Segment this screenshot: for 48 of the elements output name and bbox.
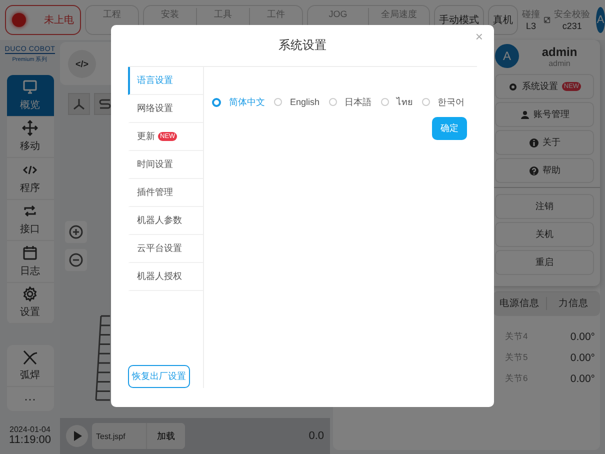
status-label: 全局速度 — [381, 8, 417, 21]
collision-value: L3 — [526, 20, 536, 32]
nav-label: 弧焊 — [20, 368, 40, 382]
language-label: 한국어 — [438, 96, 465, 108]
power-status-label: 未上电 — [44, 14, 74, 27]
menu-label: 关于 — [542, 136, 560, 149]
menu-label: 账号管理 — [534, 108, 570, 121]
user-avatar: A — [495, 44, 519, 68]
safety-check-value: c231 — [562, 20, 582, 32]
nav-label: 移动 — [20, 140, 40, 154]
user-role: admin — [548, 58, 570, 68]
menu-item-label: 更新 — [137, 130, 155, 143]
menu-item-label: 时间设置 — [137, 158, 173, 171]
collision-label: 碰撞 — [522, 8, 540, 20]
menu-item-label: 机器人授权 — [137, 270, 182, 283]
speed-value: 0.0 — [308, 430, 324, 442]
language-label: 简体中文 — [229, 96, 265, 108]
nav-label: 程序 — [20, 182, 40, 195]
joint-label: 关节5 — [505, 352, 528, 364]
joint-label: 关节6 — [505, 372, 528, 384]
joint-value: 0.00° — [570, 330, 595, 342]
joint-value: 0.00° — [570, 352, 595, 364]
menu-label: 系统设置 — [522, 80, 558, 93]
language-label: 日本語 — [344, 96, 372, 108]
language-label: ไทย — [396, 96, 413, 109]
user-name: admin — [542, 44, 578, 58]
date-text: 2024-01-04 — [10, 425, 50, 434]
menu-item-label: 云平台设置 — [137, 242, 182, 255]
joint-label: 关节4 — [505, 330, 528, 342]
status-label: 安装 — [161, 8, 179, 21]
status-label: 工具 — [214, 8, 232, 21]
nav-label: 接口 — [20, 222, 40, 236]
menu-item-label: 网络设置 — [137, 102, 173, 115]
menu-item-label: 机器人参数 — [137, 214, 182, 227]
status-label: 工件 — [267, 8, 285, 21]
time-text: 11:19:00 — [8, 434, 51, 446]
joint-value: 0.00° — [570, 372, 595, 384]
menu-item-label: 插件管理 — [137, 186, 173, 199]
nav-label: 概览 — [20, 98, 40, 112]
menu-item-label: 语言设置 — [137, 74, 173, 87]
nav-label: 日志 — [20, 264, 40, 278]
status-label: JOG — [328, 8, 348, 21]
language-label: English — [290, 97, 320, 107]
nav-label: 设置 — [20, 306, 40, 320]
status-label: 工程 — [103, 8, 121, 21]
menu-label: 帮助 — [542, 164, 560, 177]
dialog-title: 系统设置 — [278, 37, 326, 54]
safety-check-label: 安全校验 — [554, 8, 590, 20]
